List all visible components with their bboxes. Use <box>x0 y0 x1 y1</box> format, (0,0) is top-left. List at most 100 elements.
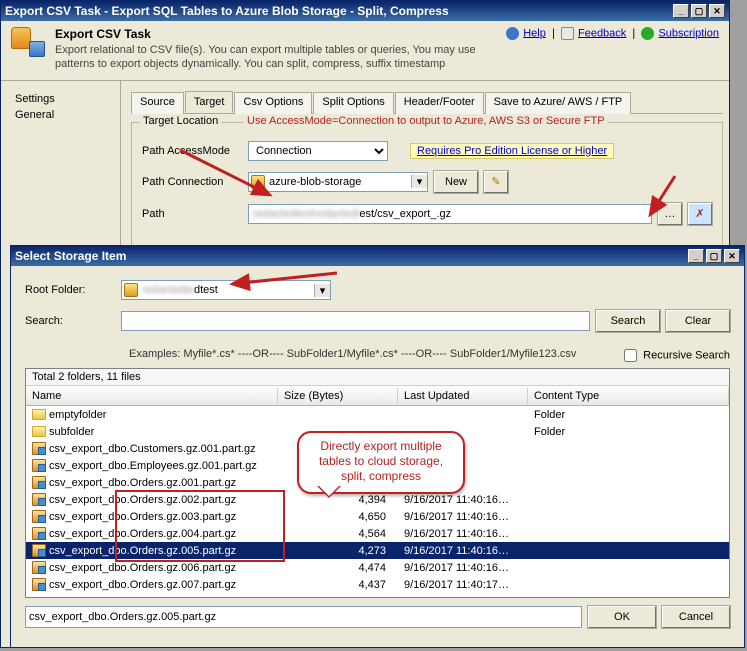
main-titlebar[interactable]: Export CSV Task - Export SQL Tables to A… <box>1 1 729 21</box>
header-title: Export CSV Task <box>55 27 496 41</box>
callout-text: Directly export multiple tables to cloud… <box>319 439 443 483</box>
grid-summary: Total 2 folders, 11 files <box>26 369 729 386</box>
file-date: 9/16/2017 11:40:16… <box>398 545 528 557</box>
storage-window-title: Select Storage Item <box>15 249 688 263</box>
chevron-down-icon: ▾ <box>314 284 330 297</box>
browse-path-button[interactable]: … <box>658 203 682 225</box>
archive-icon <box>32 544 46 557</box>
conn-select[interactable]: azure-blob-storage ▾ <box>248 172 428 192</box>
edit-connection-button[interactable]: ✎ <box>484 171 508 193</box>
target-location-group: Target Location Use AccessMode=Connectio… <box>131 122 723 246</box>
license-link[interactable]: Requires Pro Edition License or Higher <box>417 145 607 157</box>
file-name: emptyfolder <box>49 409 106 421</box>
group-hint: Use AccessMode=Connection to output to A… <box>244 115 608 127</box>
root-prefix-blurred: redactedte <box>142 284 194 296</box>
header-description: Export relational to CSV file(s). You ca… <box>55 43 496 72</box>
task-header: Export CSV Task Export relational to CSV… <box>1 21 729 81</box>
file-name: csv_export_dbo.Customers.gz.001.part.gz <box>49 443 256 455</box>
path-label: Path <box>142 208 242 220</box>
storage-titlebar[interactable]: Select Storage Item _ ▢ ✕ <box>11 246 744 266</box>
grid-row[interactable]: csv_export_dbo.Orders.gz.005.part.gz4,27… <box>26 542 729 559</box>
archive-icon <box>32 493 46 506</box>
target-tabbar: Source Target Csv Options Split Options … <box>131 91 723 114</box>
archive-icon <box>32 561 46 574</box>
tab-target[interactable]: Target <box>185 91 234 113</box>
root-folder-label: Root Folder: <box>25 284 115 296</box>
file-size: 4,474 <box>278 562 398 574</box>
help-link[interactable]: Help <box>523 27 546 39</box>
database-icon <box>251 175 265 189</box>
storage-maximize-button[interactable]: ▢ <box>706 249 722 263</box>
storage-close-button[interactable]: ✕ <box>724 249 740 263</box>
grid-row[interactable]: emptyfolder Folder <box>26 406 729 423</box>
filename-input[interactable] <box>25 606 582 628</box>
search-button[interactable]: Search <box>596 310 660 332</box>
info-icon <box>641 27 654 40</box>
database-icon <box>124 283 138 297</box>
left-nav: Settings General <box>1 81 121 252</box>
file-type: Folder <box>528 409 729 421</box>
maximize-button[interactable]: ▢ <box>691 4 707 18</box>
grid-row[interactable]: csv_export_dbo.Orders.gz.004.part.gz4,56… <box>26 525 729 542</box>
file-date: 9/16/2017 11:40:17… <box>398 579 528 591</box>
col-name[interactable]: Name <box>26 388 278 404</box>
archive-icon <box>32 510 46 523</box>
path-input[interactable]: redactedtextredactedt est/csv_export_.gz <box>248 204 652 224</box>
tab-header-footer[interactable]: Header/Footer <box>395 92 484 114</box>
archive-icon <box>32 442 46 455</box>
tab-split-options[interactable]: Split Options <box>313 92 393 114</box>
file-size: 4,273 <box>278 545 398 557</box>
search-input[interactable] <box>121 311 590 331</box>
help-icon <box>506 27 519 40</box>
folder-icon <box>32 426 46 437</box>
file-type: Folder <box>528 426 729 438</box>
subscription-link[interactable]: Subscription <box>658 27 719 39</box>
root-suffix: dtest <box>194 284 218 296</box>
file-size: 4,564 <box>278 528 398 540</box>
tab-save-cloud[interactable]: Save to Azure/ AWS / FTP <box>485 92 632 114</box>
export-csv-icon <box>11 27 45 57</box>
file-name: csv_export_dbo.Orders.gz.007.part.gz <box>49 579 236 591</box>
col-size[interactable]: Size (Bytes) <box>278 388 398 404</box>
nav-item-general[interactable]: General <box>15 107 120 123</box>
recursive-checkbox-input[interactable] <box>624 349 637 362</box>
grid-header: Name Size (Bytes) Last Updated Content T… <box>26 386 729 406</box>
ok-button[interactable]: OK <box>588 606 656 628</box>
col-type[interactable]: Content Type <box>528 388 729 404</box>
path-suffix: est/csv_export_.gz <box>359 208 451 220</box>
recursive-label: Recursive Search <box>643 349 730 361</box>
recursive-search-checkbox[interactable]: Recursive Search <box>620 346 730 365</box>
clear-button[interactable]: Clear <box>666 310 730 332</box>
col-date[interactable]: Last Updated <box>398 388 528 404</box>
file-name: csv_export_dbo.Orders.gz.006.part.gz <box>49 562 236 574</box>
cancel-button[interactable]: Cancel <box>662 606 730 628</box>
main-window-title: Export CSV Task - Export SQL Tables to A… <box>5 4 673 18</box>
file-date: 9/16/2017 11:40:16… <box>398 562 528 574</box>
grid-row[interactable]: csv_export_dbo.Orders.gz.003.part.gz4,65… <box>26 508 729 525</box>
storage-minimize-button[interactable]: _ <box>688 249 704 263</box>
file-name: subfolder <box>49 426 94 438</box>
feedback-link[interactable]: Feedback <box>578 27 626 39</box>
archive-icon <box>32 459 46 472</box>
file-name: csv_export_dbo.Orders.gz.001.part.gz <box>49 477 236 489</box>
root-folder-select[interactable]: redactedte dtest ▾ <box>121 280 331 300</box>
group-legend: Target Location <box>140 115 221 127</box>
folder-icon <box>32 409 46 420</box>
ellipsis-icon: … <box>665 208 676 220</box>
tab-source[interactable]: Source <box>131 92 184 114</box>
search-label: Search: <box>25 315 115 327</box>
conn-value: azure-blob-storage <box>269 176 361 188</box>
nav-item-settings[interactable]: Settings <box>15 91 120 107</box>
mail-icon <box>561 27 574 40</box>
grid-row[interactable]: csv_export_dbo.Orders.gz.006.part.gz 4,47… <box>26 559 729 576</box>
file-name: csv_export_dbo.Orders.gz.002.part.gz <box>49 494 236 506</box>
access-mode-label: Path AccessMode <box>142 145 242 157</box>
close-button[interactable]: ✕ <box>709 4 725 18</box>
minimize-button[interactable]: _ <box>673 4 689 18</box>
clear-path-button[interactable]: ✗ <box>688 203 712 225</box>
access-mode-select[interactable]: Connection <box>248 141 388 161</box>
new-connection-button[interactable]: New <box>434 171 478 193</box>
chevron-down-icon: ▾ <box>411 175 427 188</box>
grid-row[interactable]: csv_export_dbo.Orders.gz.007.part.gz4,43… <box>26 576 729 593</box>
tab-csv-options[interactable]: Csv Options <box>234 92 312 114</box>
